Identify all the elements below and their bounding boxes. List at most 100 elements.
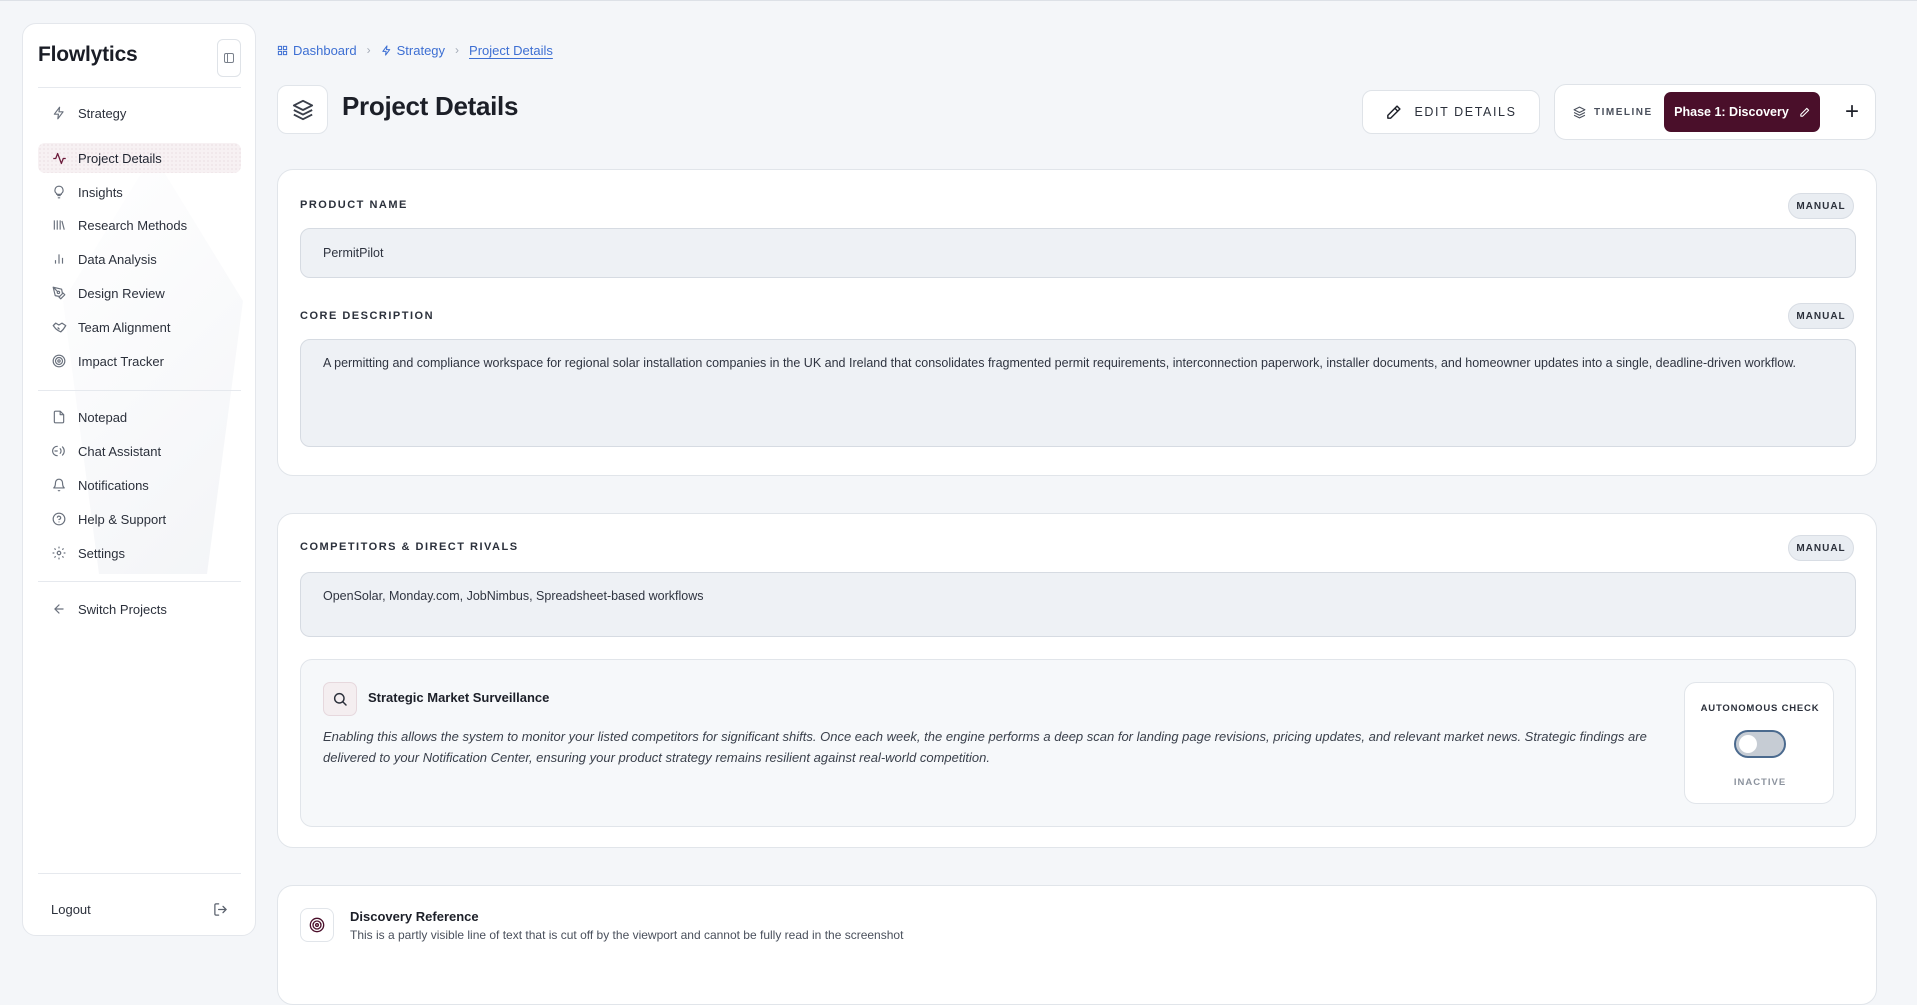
sidebar-item-label: Strategy <box>78 105 127 121</box>
timeline-label: TIMELINE <box>1573 85 1653 139</box>
core-description-field[interactable]: A permitting and compliance workspace fo… <box>300 339 1856 447</box>
sidebar-divider <box>38 390 241 391</box>
sidebar-item-chat-assistant[interactable]: Chat Assistant <box>38 436 241 466</box>
library-icon <box>51 217 67 233</box>
target-icon <box>300 908 334 942</box>
arrow-left-icon <box>51 601 67 617</box>
logout-icon <box>213 902 228 917</box>
chevron-right-icon: › <box>455 43 460 57</box>
sidebar-item-help-support[interactable]: Help & Support <box>38 504 241 534</box>
surveillance-description: Enabling this allows the system to monit… <box>323 729 1647 765</box>
brand-row: Flowlytics <box>38 39 241 79</box>
breadcrumb-dashboard[interactable]: Dashboard <box>277 43 357 58</box>
autonomous-check-status: INACTIVE <box>1733 777 1787 788</box>
add-phase-button[interactable]: + <box>1837 97 1867 127</box>
timeline-text: TIMELINE <box>1594 106 1653 118</box>
top-border <box>0 0 1917 1</box>
product-card: PRODUCT NAME MANUAL PermitPilot CORE DES… <box>277 169 1877 476</box>
zap-icon <box>381 44 392 56</box>
product-name-label: PRODUCT NAME <box>300 199 408 211</box>
layers-icon <box>277 85 328 134</box>
product-name-field[interactable]: PermitPilot <box>300 228 1856 278</box>
grid-icon <box>277 45 288 56</box>
sidebar-item-research-methods[interactable]: Research Methods <box>38 210 241 240</box>
status-badge: MANUAL <box>1788 193 1854 219</box>
sidebar-item-label: Settings <box>78 545 125 561</box>
sidebar-divider <box>38 581 241 582</box>
autonomous-check-panel: AUTONOMOUS CHECK INACTIVE <box>1684 682 1834 804</box>
autonomous-check-toggle[interactable] <box>1734 730 1786 758</box>
logout-label: Logout <box>51 901 91 917</box>
market-surveillance-panel: Strategic Market Surveillance Enabling t… <box>300 659 1856 827</box>
toggle-knob <box>1739 735 1757 753</box>
sidebar-item-impact-tracker[interactable]: Impact Tracker <box>38 346 241 376</box>
phase-selector-button[interactable]: Phase 1: Discovery <box>1664 92 1820 132</box>
edit-details-button[interactable]: EDIT DETAILS <box>1362 90 1540 134</box>
core-description-label: CORE DESCRIPTION <box>300 310 435 322</box>
status-badge: MANUAL <box>1788 535 1854 561</box>
competitors-label: COMPETITORS & DIRECT RIVALS <box>300 541 519 553</box>
handshake-icon <box>51 319 67 335</box>
sidebar-item-label: Project Details <box>78 150 162 166</box>
discovery-reference-card: Discovery Reference This is a partly vis… <box>277 885 1877 1005</box>
sidebar-item-label: Insights <box>78 184 123 200</box>
sidebar-item-insights[interactable]: Insights <box>38 177 241 207</box>
sidebar-item-notifications[interactable]: Notifications <box>38 470 241 500</box>
page-title: Project Details <box>342 91 519 121</box>
sidebar-item-team-alignment[interactable]: Team Alignment <box>38 312 241 342</box>
search-icon <box>323 682 357 716</box>
sidebar-item-label: Notifications <box>78 477 149 493</box>
sidebar-item-label: Impact Tracker <box>78 353 164 369</box>
sidebar-item-label: Switch Projects <box>78 601 167 617</box>
layers-icon <box>1573 106 1586 119</box>
phase-label: Phase 1: Discovery <box>1674 105 1789 119</box>
edit-details-label: EDIT DETAILS <box>1414 105 1517 119</box>
sidebar-item-project-details[interactable]: Project Details <box>38 143 241 173</box>
sidebar-item-label: Data Analysis <box>78 251 157 267</box>
pen-tool-icon <box>51 285 67 301</box>
logout-button[interactable]: Logout <box>38 894 241 924</box>
sidebar-toggle-icon <box>224 53 234 63</box>
discovery-reference-title: Discovery Reference <box>350 909 479 924</box>
status-badge: MANUAL <box>1788 303 1854 329</box>
pencil-icon <box>1799 107 1810 118</box>
zap-icon <box>51 105 67 121</box>
breadcrumb-label: Strategy <box>396 42 446 58</box>
breadcrumb-strategy[interactable]: Strategy <box>381 43 445 58</box>
timeline-panel: TIMELINE Phase 1: Discovery + <box>1554 84 1876 140</box>
autonomous-check-label: AUTONOMOUS CHECK <box>1700 703 1820 714</box>
sidebar-item-settings[interactable]: Settings <box>38 538 241 568</box>
gear-icon <box>51 545 67 561</box>
chat-icon <box>51 443 67 459</box>
sidebar-item-label: Chat Assistant <box>78 443 162 459</box>
sidebar-item-notepad[interactable]: Notepad <box>38 402 241 432</box>
bar-chart-icon <box>51 251 67 267</box>
competitors-field[interactable]: OpenSolar, Monday.com, JobNimbus, Spread… <box>300 572 1856 637</box>
sidebar-item-label: Help & Support <box>78 511 167 527</box>
sidebar-item-label: Team Alignment <box>78 319 171 335</box>
file-icon <box>51 409 67 425</box>
surveillance-title: Strategic Market Surveillance <box>368 690 550 705</box>
lightbulb-icon <box>51 184 67 200</box>
discovery-reference-text: This is a partly visible line of text th… <box>350 928 904 942</box>
sidebar-item-design-review[interactable]: Design Review <box>38 278 241 308</box>
breadcrumb-project-details[interactable]: Project Details <box>469 43 553 58</box>
collapse-sidebar-button[interactable] <box>217 39 241 77</box>
sidebar-item-data-analysis[interactable]: Data Analysis <box>38 244 241 274</box>
sidebar-item-label: Design Review <box>78 285 165 301</box>
sidebar-item-strategy[interactable]: Strategy <box>38 98 241 128</box>
sidebar-item-switch-projects[interactable]: Switch Projects <box>38 594 241 624</box>
help-circle-icon <box>51 511 67 527</box>
sidebar-divider <box>38 87 241 88</box>
competitors-card: COMPETITORS & DIRECT RIVALS MANUAL OpenS… <box>277 513 1877 848</box>
breadcrumb: Dashboard › Strategy › Project Details <box>277 40 553 60</box>
target-icon <box>51 353 67 369</box>
pencil-icon <box>1385 104 1402 121</box>
sidebar: Flowlytics Strategy Project Details Insi… <box>22 23 256 936</box>
app-brand: Flowlytics <box>38 43 138 66</box>
bell-icon <box>51 477 67 493</box>
breadcrumb-label: Dashboard <box>293 42 357 58</box>
chevron-right-icon: › <box>366 43 371 57</box>
sidebar-item-label: Notepad <box>78 409 128 425</box>
activity-icon <box>51 150 67 166</box>
